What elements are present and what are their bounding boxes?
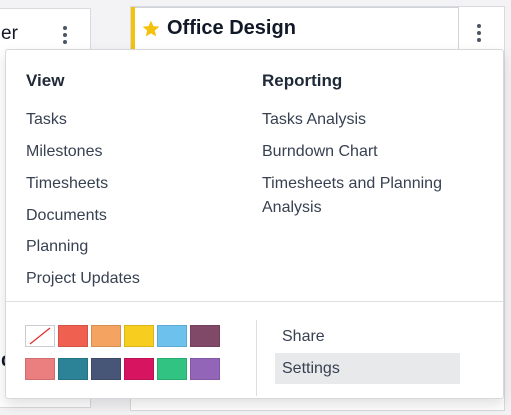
card-header: Office Design <box>141 17 296 40</box>
color-swatch[interactable] <box>58 358 88 380</box>
reporting-section-title: Reporting <box>262 71 343 90</box>
color-swatch[interactable] <box>25 358 55 380</box>
star-icon[interactable] <box>141 19 161 39</box>
color-swatch[interactable] <box>190 358 220 380</box>
project-dropdown-menu: View Tasks Milestones Timesheets Documen… <box>5 49 504 399</box>
color-swatch[interactable] <box>157 358 187 380</box>
kebab-menu-icon[interactable] <box>63 26 67 44</box>
share-menu-item[interactable]: Share <box>275 321 460 352</box>
color-picker <box>25 325 220 380</box>
color-swatch[interactable] <box>91 325 121 347</box>
color-swatch[interactable] <box>124 358 154 380</box>
color-swatch[interactable] <box>91 358 121 380</box>
no-color-icon <box>29 327 51 345</box>
color-swatch[interactable] <box>124 325 154 347</box>
settings-menu-item[interactable]: Settings <box>275 353 460 384</box>
menu-divider <box>6 301 503 302</box>
project-title: Office Design <box>167 17 296 39</box>
menu-item-timesheets-planning-line2[interactable]: Analysis <box>262 196 322 220</box>
project-card-left-title: er <box>1 23 18 44</box>
menu-divider-vertical <box>256 320 257 396</box>
kebab-menu-icon[interactable] <box>477 24 481 42</box>
kanban-stage: er d Office Design View Tasks Milestones… <box>0 0 511 415</box>
view-section-title: View <box>26 71 65 90</box>
card-accent-bar <box>131 7 135 53</box>
color-swatch[interactable] <box>157 325 187 347</box>
color-swatch[interactable] <box>58 325 88 347</box>
menu-item-burndown-chart[interactable]: Burndown Chart <box>262 140 378 164</box>
color-swatch-none[interactable] <box>25 325 55 347</box>
menu-item-tasks[interactable]: Tasks <box>26 108 67 132</box>
menu-item-project-updates[interactable]: Project Updates <box>26 267 140 291</box>
menu-item-milestones[interactable]: Milestones <box>26 140 102 164</box>
menu-item-planning[interactable]: Planning <box>26 235 88 259</box>
menu-item-timesheets-planning-line1[interactable]: Timesheets and Planning <box>262 172 442 196</box>
color-swatch[interactable] <box>190 325 220 347</box>
menu-item-timesheets[interactable]: Timesheets <box>26 172 108 196</box>
menu-item-tasks-analysis[interactable]: Tasks Analysis <box>262 108 366 132</box>
menu-item-documents[interactable]: Documents <box>26 204 107 228</box>
